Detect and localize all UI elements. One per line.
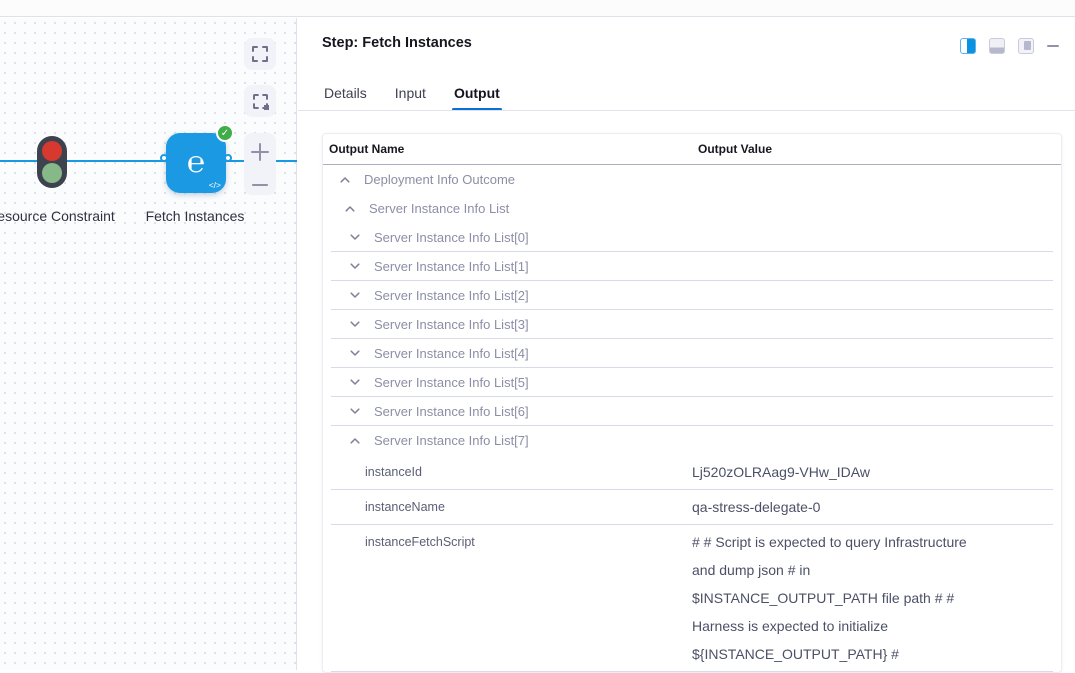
layout-overlay-icon[interactable] xyxy=(1018,38,1034,54)
output-key: instanceName xyxy=(365,493,692,521)
node-resource-constraint[interactable] xyxy=(37,136,67,188)
chevron-down-icon[interactable] xyxy=(347,375,363,389)
code-icon: </> xyxy=(209,180,221,190)
output-tree-row[interactable]: Server Instance Info List[3] xyxy=(331,310,1053,339)
minimize-icon[interactable] xyxy=(1047,45,1059,48)
selection-icon xyxy=(253,94,268,109)
tree-row-label: Server Instance Info List[7] xyxy=(374,433,529,448)
output-tree-row[interactable]: Server Instance Info List[6] xyxy=(331,397,1053,426)
chevron-down-icon[interactable] xyxy=(347,346,363,360)
output-kv-row: instanceFetchScript# # Script is expecte… xyxy=(331,525,1053,672)
node-label-fetch-instances: Fetch Instances xyxy=(115,206,275,227)
output-rows: Deployment Info Outcome Server Instance … xyxy=(323,165,1061,672)
tab-details[interactable]: Details xyxy=(322,76,369,110)
step-details-panel: Step: Fetch Instances Details Input Outp… xyxy=(298,18,1075,670)
output-tree-row[interactable]: Server Instance Info List[2] xyxy=(331,281,1053,310)
output-tree-row[interactable]: Deployment Info Outcome xyxy=(331,165,1053,194)
stoplight-red-icon xyxy=(42,141,62,161)
output-tree-row[interactable]: Server Instance Info List[0] xyxy=(331,223,1053,252)
chevron-down-icon[interactable] xyxy=(347,288,363,302)
tree-row-label: Server Instance Info List[4] xyxy=(374,346,529,361)
output-tree-row[interactable]: Server Instance Info List[4] xyxy=(331,339,1053,368)
output-table: Output Name Output Value Deployment Info… xyxy=(322,133,1062,673)
tree-row-label: Server Instance Info List xyxy=(369,201,509,216)
fullscreen-icon xyxy=(251,45,269,63)
output-kv-row: instanceIdLj520zOLRAag9-VHw_IDAw xyxy=(331,455,1053,490)
tree-row-label: Server Instance Info List[2] xyxy=(374,288,529,303)
column-output-name: Output Name xyxy=(329,142,404,156)
node-fetch-instances[interactable]: ℮ ✓ </> xyxy=(166,133,226,193)
zoom-to-fit-button[interactable] xyxy=(244,38,276,70)
output-value: Lj520zOLRAag9-VHw_IDAw xyxy=(692,458,968,486)
column-output-value: Output Value xyxy=(698,142,772,156)
selection-mode-button[interactable] xyxy=(244,85,276,117)
chevron-up-icon[interactable] xyxy=(347,434,363,448)
tree-row-label: Deployment Info Outcome xyxy=(364,172,515,187)
output-tree-row[interactable]: Server Instance Info List[7] xyxy=(331,426,1053,455)
tree-row-label: Server Instance Info List[6] xyxy=(374,404,529,419)
output-key: instanceFetchScript xyxy=(365,528,692,668)
panel-header-icons xyxy=(960,38,1059,54)
pipeline-canvas[interactable]: Resource Constraint ℮ ✓ </> Fetch Instan… xyxy=(0,18,297,670)
zoom-out-icon[interactable] xyxy=(252,184,268,186)
node-label-resource-constraint: Resource Constraint xyxy=(0,206,116,227)
tree-row-label: Server Instance Info List[5] xyxy=(374,375,529,390)
output-tree-row[interactable]: Server Instance Info List xyxy=(331,194,1053,223)
output-tree-row[interactable]: Server Instance Info List[5] xyxy=(331,368,1053,397)
output-kv-row: instanceNameqa-stress-delegate-0 xyxy=(331,490,1053,525)
chevron-up-icon[interactable] xyxy=(337,173,353,187)
output-value: qa-stress-delegate-0 xyxy=(692,493,968,521)
zoom-controls[interactable] xyxy=(244,133,276,195)
layout-split-bottom-icon[interactable] xyxy=(989,38,1005,54)
tab-output[interactable]: Output xyxy=(452,76,502,110)
layout-split-right-icon[interactable] xyxy=(960,38,976,54)
panel-title: Step: Fetch Instances xyxy=(322,35,472,51)
tab-bar: Details Input Output xyxy=(322,76,502,110)
output-key: instanceId xyxy=(365,458,692,486)
success-check-icon: ✓ xyxy=(216,124,234,142)
output-value: # # Script is expected to query Infrastr… xyxy=(692,528,968,668)
tab-bar-divider xyxy=(298,110,1075,111)
chevron-down-icon[interactable] xyxy=(347,317,363,331)
output-tree-row[interactable]: Server Instance Info List[1] xyxy=(331,252,1053,281)
top-bar xyxy=(0,0,1075,17)
tree-row-label: Server Instance Info List[1] xyxy=(374,259,529,274)
chevron-down-icon[interactable] xyxy=(347,230,363,244)
node-port-right xyxy=(224,154,232,162)
tab-input[interactable]: Input xyxy=(393,76,428,110)
chevron-down-icon[interactable] xyxy=(347,259,363,273)
node-port-left xyxy=(160,154,168,162)
chevron-down-icon[interactable] xyxy=(347,404,363,418)
output-table-header: Output Name Output Value xyxy=(323,134,1061,165)
tree-row-label: Server Instance Info List[3] xyxy=(374,317,529,332)
chevron-up-icon[interactable] xyxy=(342,202,358,216)
stoplight-green-icon xyxy=(42,163,62,183)
zoom-in-icon[interactable] xyxy=(250,142,270,162)
tree-row-label: Server Instance Info List[0] xyxy=(374,230,529,245)
